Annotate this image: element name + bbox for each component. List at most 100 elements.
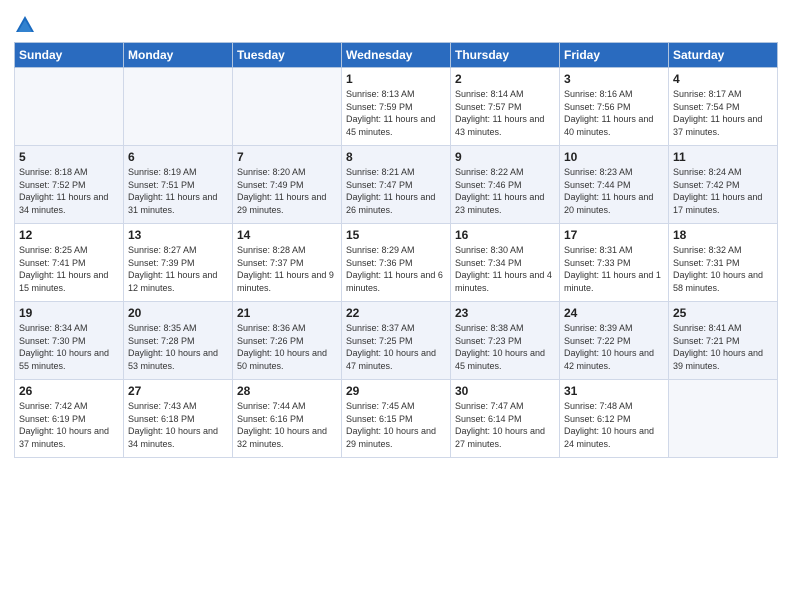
day-info: Sunrise: 8:37 AM Sunset: 7:25 PM Dayligh… <box>346 322 446 372</box>
day-cell: 1 Sunrise: 8:13 AM Sunset: 7:59 PM Daylig… <box>342 68 451 146</box>
day-cell: 17Sunrise: 8:31 AM Sunset: 7:33 PM Dayli… <box>560 224 669 302</box>
day-number: 26 <box>19 384 119 398</box>
day-info: Sunrise: 7:45 AM Sunset: 6:15 PM Dayligh… <box>346 400 446 450</box>
day-cell: 27 Sunrise: 7:43 AM Sunset: 6:18 PM Dayli… <box>124 380 233 458</box>
day-number: 4 <box>673 72 773 86</box>
day-info: Sunrise: 8:32 AM Sunset: 7:31 PM Dayligh… <box>673 244 773 294</box>
logo <box>14 14 40 36</box>
day-number: 13 <box>128 228 228 242</box>
day-cell: 7 Sunrise: 8:20 AM Sunset: 7:49 PM Daylig… <box>233 146 342 224</box>
day-cell: 20Sunrise: 8:35 AM Sunset: 7:28 PM Dayli… <box>124 302 233 380</box>
day-info: Sunrise: 8:27 AM Sunset: 7:39 PM Dayligh… <box>128 244 228 294</box>
day-info: Sunrise: 7:43 AM Sunset: 6:18 PM Dayligh… <box>128 400 228 450</box>
day-cell <box>669 380 778 458</box>
week-row-1: 5 Sunrise: 8:18 AM Sunset: 7:52 PM Daylig… <box>15 146 778 224</box>
day-cell: 16 Sunrise: 8:30 AM Sunset: 7:34 PM Dayli… <box>451 224 560 302</box>
day-info: Sunrise: 8:13 AM Sunset: 7:59 PM Dayligh… <box>346 88 446 138</box>
week-row-4: 26 Sunrise: 7:42 AM Sunset: 6:19 PM Dayli… <box>15 380 778 458</box>
day-number: 23 <box>455 306 555 320</box>
day-cell <box>15 68 124 146</box>
col-header-saturday: Saturday <box>669 43 778 68</box>
week-row-0: 1 Sunrise: 8:13 AM Sunset: 7:59 PM Daylig… <box>15 68 778 146</box>
day-number: 24 <box>564 306 664 320</box>
day-cell: 6 Sunrise: 8:19 AM Sunset: 7:51 PM Daylig… <box>124 146 233 224</box>
day-number: 7 <box>237 150 337 164</box>
day-info: Sunrise: 8:30 AM Sunset: 7:34 PM Dayligh… <box>455 244 555 294</box>
col-header-monday: Monday <box>124 43 233 68</box>
day-number: 11 <box>673 150 773 164</box>
day-number: 9 <box>455 150 555 164</box>
day-info: Sunrise: 7:47 AM Sunset: 6:14 PM Dayligh… <box>455 400 555 450</box>
day-number: 28 <box>237 384 337 398</box>
col-header-thursday: Thursday <box>451 43 560 68</box>
day-number: 3 <box>564 72 664 86</box>
day-info: Sunrise: 8:24 AM Sunset: 7:42 PM Dayligh… <box>673 166 773 216</box>
day-info: Sunrise: 8:23 AM Sunset: 7:44 PM Dayligh… <box>564 166 664 216</box>
col-header-friday: Friday <box>560 43 669 68</box>
day-number: 30 <box>455 384 555 398</box>
day-cell: 26 Sunrise: 7:42 AM Sunset: 6:19 PM Dayli… <box>15 380 124 458</box>
day-info: Sunrise: 8:19 AM Sunset: 7:51 PM Dayligh… <box>128 166 228 216</box>
day-info: Sunrise: 8:38 AM Sunset: 7:23 PM Dayligh… <box>455 322 555 372</box>
logo-icon <box>14 14 36 36</box>
day-info: Sunrise: 7:44 AM Sunset: 6:16 PM Dayligh… <box>237 400 337 450</box>
day-cell: 29 Sunrise: 7:45 AM Sunset: 6:15 PM Dayli… <box>342 380 451 458</box>
day-cell: 11 Sunrise: 8:24 AM Sunset: 7:42 PM Dayli… <box>669 146 778 224</box>
day-number: 21 <box>237 306 337 320</box>
day-info: Sunrise: 8:21 AM Sunset: 7:47 PM Dayligh… <box>346 166 446 216</box>
day-info: Sunrise: 8:34 AM Sunset: 7:30 PM Dayligh… <box>19 322 119 372</box>
day-cell <box>233 68 342 146</box>
day-info: Sunrise: 7:42 AM Sunset: 6:19 PM Dayligh… <box>19 400 119 450</box>
day-number: 5 <box>19 150 119 164</box>
week-row-2: 12Sunrise: 8:25 AM Sunset: 7:41 PM Dayli… <box>15 224 778 302</box>
day-cell: 2Sunrise: 8:14 AM Sunset: 7:57 PM Daylig… <box>451 68 560 146</box>
day-cell: 28 Sunrise: 7:44 AM Sunset: 6:16 PM Dayli… <box>233 380 342 458</box>
day-number: 29 <box>346 384 446 398</box>
day-cell: 18 Sunrise: 8:32 AM Sunset: 7:31 PM Dayli… <box>669 224 778 302</box>
day-info: Sunrise: 8:39 AM Sunset: 7:22 PM Dayligh… <box>564 322 664 372</box>
day-number: 14 <box>237 228 337 242</box>
day-cell: 9Sunrise: 8:22 AM Sunset: 7:46 PM Daylig… <box>451 146 560 224</box>
day-number: 6 <box>128 150 228 164</box>
day-cell: 21Sunrise: 8:36 AM Sunset: 7:26 PM Dayli… <box>233 302 342 380</box>
day-number: 1 <box>346 72 446 86</box>
day-number: 27 <box>128 384 228 398</box>
week-row-3: 19 Sunrise: 8:34 AM Sunset: 7:30 PM Dayli… <box>15 302 778 380</box>
day-cell: 10 Sunrise: 8:23 AM Sunset: 7:44 PM Dayli… <box>560 146 669 224</box>
day-info: Sunrise: 8:16 AM Sunset: 7:56 PM Dayligh… <box>564 88 664 138</box>
day-number: 8 <box>346 150 446 164</box>
day-cell: 25Sunrise: 8:41 AM Sunset: 7:21 PM Dayli… <box>669 302 778 380</box>
day-cell: 4 Sunrise: 8:17 AM Sunset: 7:54 PM Daylig… <box>669 68 778 146</box>
col-header-wednesday: Wednesday <box>342 43 451 68</box>
day-number: 15 <box>346 228 446 242</box>
day-info: Sunrise: 8:28 AM Sunset: 7:37 PM Dayligh… <box>237 244 337 294</box>
day-info: Sunrise: 8:35 AM Sunset: 7:28 PM Dayligh… <box>128 322 228 372</box>
day-number: 17 <box>564 228 664 242</box>
calendar: SundayMondayTuesdayWednesdayThursdayFrid… <box>14 42 778 458</box>
day-info: Sunrise: 8:18 AM Sunset: 7:52 PM Dayligh… <box>19 166 119 216</box>
day-cell: 5 Sunrise: 8:18 AM Sunset: 7:52 PM Daylig… <box>15 146 124 224</box>
day-number: 10 <box>564 150 664 164</box>
day-cell: 30 Sunrise: 7:47 AM Sunset: 6:14 PM Dayli… <box>451 380 560 458</box>
day-info: Sunrise: 8:29 AM Sunset: 7:36 PM Dayligh… <box>346 244 446 294</box>
header <box>14 10 778 36</box>
day-number: 19 <box>19 306 119 320</box>
day-number: 22 <box>346 306 446 320</box>
day-number: 2 <box>455 72 555 86</box>
day-info: Sunrise: 8:20 AM Sunset: 7:49 PM Dayligh… <box>237 166 337 216</box>
day-cell: 8 Sunrise: 8:21 AM Sunset: 7:47 PM Daylig… <box>342 146 451 224</box>
day-number: 12 <box>19 228 119 242</box>
day-cell: 3 Sunrise: 8:16 AM Sunset: 7:56 PM Daylig… <box>560 68 669 146</box>
day-number: 18 <box>673 228 773 242</box>
day-cell: 31Sunrise: 7:48 AM Sunset: 6:12 PM Dayli… <box>560 380 669 458</box>
day-cell: 22 Sunrise: 8:37 AM Sunset: 7:25 PM Dayli… <box>342 302 451 380</box>
calendar-header: SundayMondayTuesdayWednesdayThursdayFrid… <box>15 43 778 68</box>
calendar-body: 1 Sunrise: 8:13 AM Sunset: 7:59 PM Daylig… <box>15 68 778 458</box>
day-cell: 15 Sunrise: 8:29 AM Sunset: 7:36 PM Dayli… <box>342 224 451 302</box>
col-header-tuesday: Tuesday <box>233 43 342 68</box>
day-number: 31 <box>564 384 664 398</box>
page: SundayMondayTuesdayWednesdayThursdayFrid… <box>0 0 792 612</box>
day-cell: 13 Sunrise: 8:27 AM Sunset: 7:39 PM Dayli… <box>124 224 233 302</box>
day-info: Sunrise: 8:17 AM Sunset: 7:54 PM Dayligh… <box>673 88 773 138</box>
day-number: 16 <box>455 228 555 242</box>
